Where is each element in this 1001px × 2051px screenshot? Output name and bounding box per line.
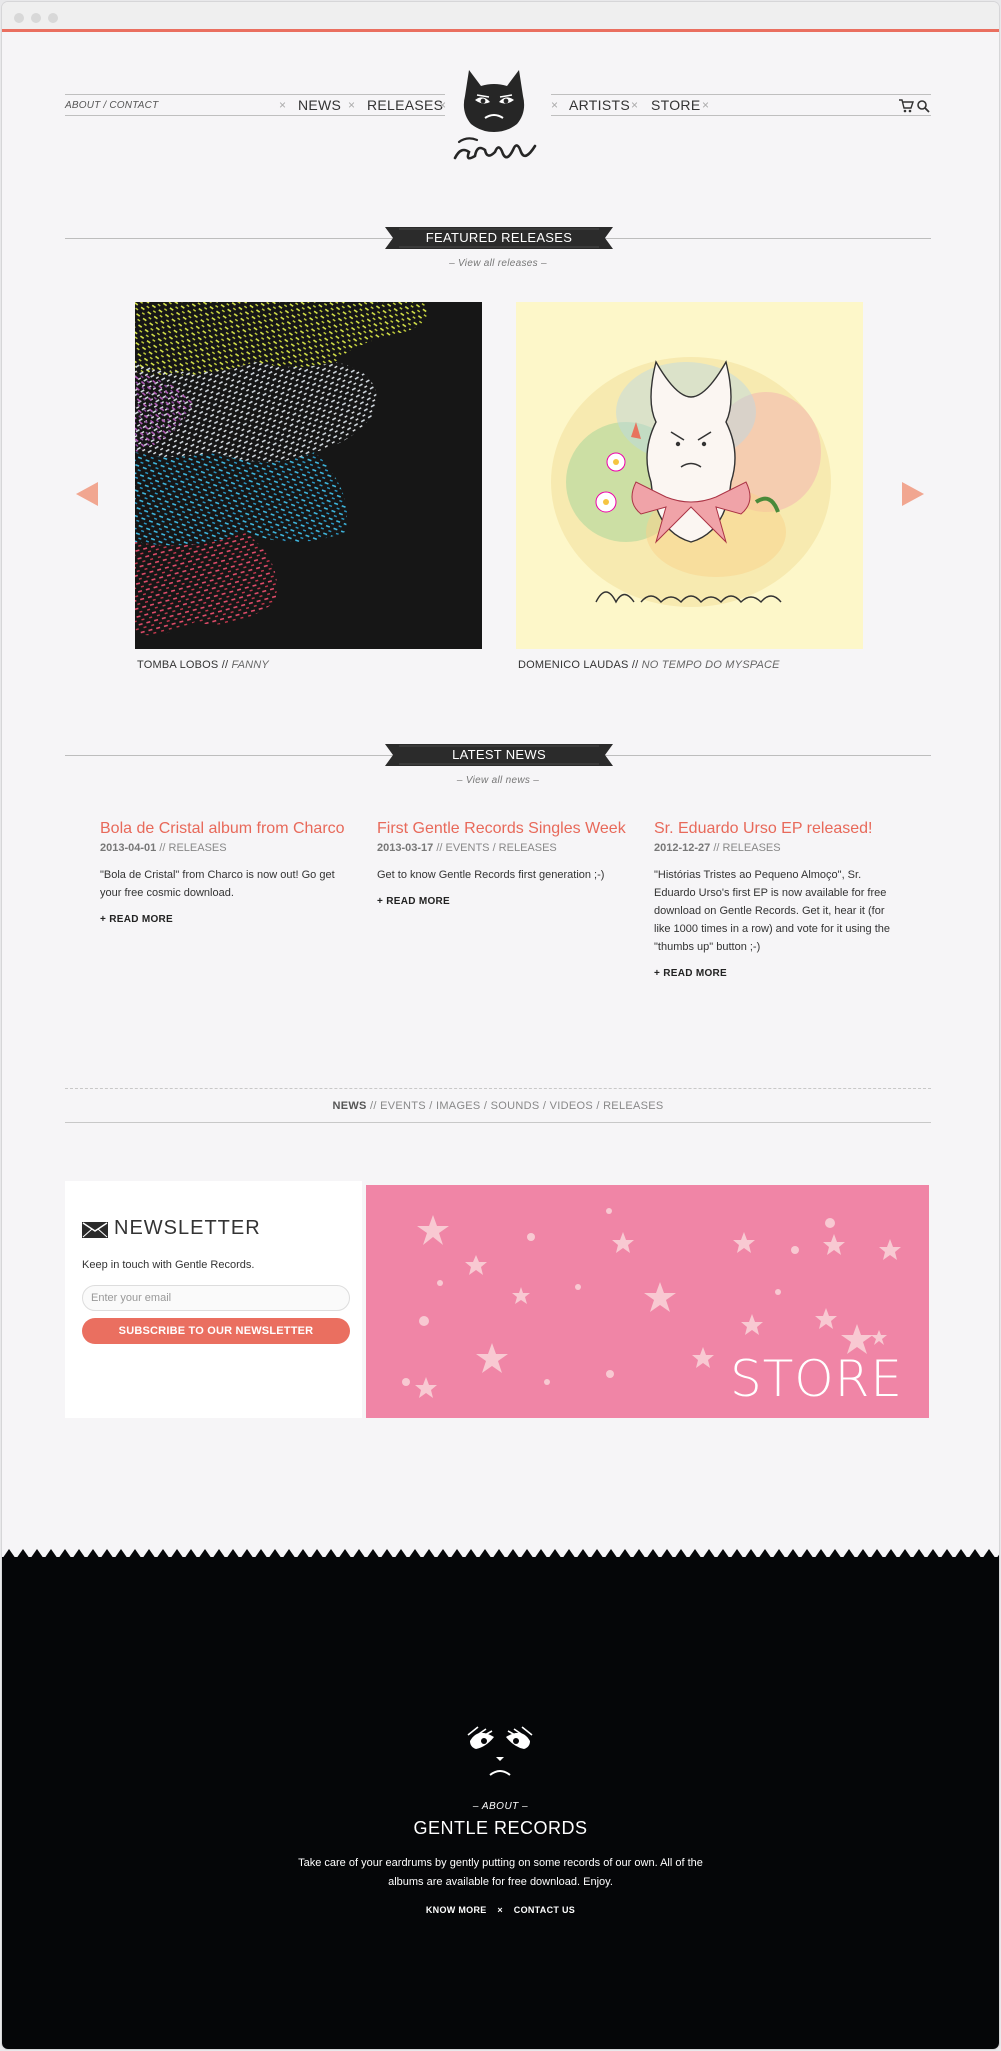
footer-links: Know more × Contact us xyxy=(2,1905,999,1915)
newsletter-box: Newsletter Keep in touch with Gentle Rec… xyxy=(65,1181,362,1418)
release-artist: DOMENICO LAUDAS xyxy=(518,659,629,671)
news-excerpt: "Histórias Tristes ao Pequeno Almoço", S… xyxy=(654,869,891,953)
subscribe-newsletter-button[interactable]: Subscribe to our newsletter xyxy=(82,1318,350,1344)
envelope-icon xyxy=(82,1222,108,1238)
news-item: Bola de Cristal album from Charco 2013-0… xyxy=(100,819,350,925)
release-album: NO TEMPO DO MYSPACE xyxy=(641,659,780,671)
know-more-link[interactable]: Know more xyxy=(426,1905,487,1915)
filter-separator: / xyxy=(480,1100,491,1112)
store-banner[interactable]: STORE xyxy=(366,1185,929,1418)
news-meta: 2013-04-01 // RELEASES xyxy=(100,842,350,854)
window-maximize-dot[interactable] xyxy=(48,13,58,23)
browser-window: About / Contact × News × Releases × × Ar… xyxy=(2,2,999,2049)
tomba-lobos-cover-art xyxy=(135,302,428,636)
nav-about-contact[interactable]: About / Contact xyxy=(65,100,158,111)
news-excerpt: "Bola de Cristal" from Charco is now out… xyxy=(100,869,335,899)
news-date: 2012-12-27 xyxy=(654,842,711,854)
news-title[interactable]: Sr. Eduardo Urso EP released! xyxy=(654,819,904,839)
footer-cat-logo-icon[interactable] xyxy=(464,1725,536,1785)
filter-separator: / xyxy=(592,1100,604,1112)
news-date: 2013-03-17 xyxy=(377,842,434,854)
footer-title: Gentle Records xyxy=(413,1818,588,1838)
contact-us-link[interactable]: Contact us xyxy=(514,1905,575,1915)
window-minimize-dot[interactable] xyxy=(31,13,41,23)
nav-news[interactable]: News xyxy=(298,97,341,113)
carousel-prev-arrow-icon[interactable] xyxy=(74,481,100,507)
window-close-dot[interactable] xyxy=(14,13,24,23)
release-album: FANNY xyxy=(231,659,269,671)
footer-description: Take care of your eardrums by gently put… xyxy=(298,1857,703,1888)
news-categories[interactable]: // RELEASES xyxy=(710,842,780,854)
release-artist: TOMBA LOBOS xyxy=(137,659,219,671)
newsletter-email-input[interactable] xyxy=(82,1285,350,1311)
latest-news-heading-text: Latest News xyxy=(452,747,546,762)
filter-separator: // xyxy=(366,1100,381,1112)
nav-separator: × xyxy=(439,98,447,112)
footer-zigzag-edge xyxy=(2,1549,999,1559)
featured-heading-text: Featured Releases xyxy=(425,230,573,245)
site-footer: – About – Gentle Records Take care of yo… xyxy=(2,1549,999,2049)
nav-separator: × xyxy=(279,98,287,112)
news-categories[interactable]: // RELEASES xyxy=(156,842,226,854)
release-caption-tomba-lobos[interactable]: TOMBA LOBOS // FANNY xyxy=(137,659,269,671)
featured-heading: Featured Releases xyxy=(385,227,613,249)
filter-separator: / xyxy=(539,1100,550,1112)
newsletter-title: Newsletter xyxy=(114,1217,261,1239)
carousel-next-arrow-icon[interactable] xyxy=(900,481,926,507)
latest-news-heading: Latest News xyxy=(385,744,613,766)
release-cover-domenico-laudas[interactable] xyxy=(516,302,863,649)
newsletter-text: Keep in touch with Gentle Records. xyxy=(82,1259,255,1271)
nav-releases[interactable]: Releases xyxy=(367,97,443,113)
nav-artists[interactable]: Artists xyxy=(569,97,630,113)
read-more-link[interactable]: + Read more xyxy=(377,896,627,907)
view-all-news-link[interactable]: – View all news – xyxy=(65,775,931,786)
news-categories[interactable]: // EVENTS / RELEASES xyxy=(433,842,556,854)
domenico-laudas-cover-art xyxy=(551,357,831,607)
news-meta: 2012-12-27 // RELEASES xyxy=(654,842,904,854)
nav-store[interactable]: Store xyxy=(651,97,700,113)
filter-sounds[interactable]: SOUNDS xyxy=(491,1100,540,1112)
header-actions xyxy=(899,99,930,113)
category-filter-bar: NEWS // EVENTS / IMAGES / SOUNDS / VIDEO… xyxy=(65,1088,931,1123)
news-date: 2013-04-01 xyxy=(100,842,157,854)
filter-images[interactable]: IMAGES xyxy=(436,1100,481,1112)
read-more-link[interactable]: + Read more xyxy=(100,914,350,925)
cart-icon[interactable] xyxy=(899,99,914,113)
window-titlebar xyxy=(2,2,999,32)
view-all-releases-link[interactable]: – View all releases – xyxy=(65,258,931,269)
gentle-records-logo[interactable] xyxy=(447,66,542,166)
news-meta: 2013-03-17 // EVENTS / RELEASES xyxy=(377,842,627,854)
nav-separator: × xyxy=(551,98,559,112)
search-icon[interactable] xyxy=(917,100,930,113)
release-cover-tomba-lobos[interactable] xyxy=(135,302,482,649)
news-title[interactable]: Bola de Cristal album from Charco xyxy=(100,819,350,839)
store-label: STORE xyxy=(730,1350,903,1408)
news-excerpt: Get to know Gentle Records first generat… xyxy=(377,869,605,881)
nav-separator: × xyxy=(702,98,710,112)
news-item: Sr. Eduardo Urso EP released! 2012-12-27… xyxy=(654,819,904,979)
filter-news[interactable]: NEWS xyxy=(332,1100,366,1112)
release-caption-separator: // xyxy=(218,659,232,671)
filter-videos[interactable]: VIDEOS xyxy=(550,1100,593,1112)
filter-releases[interactable]: RELEASES xyxy=(603,1100,663,1112)
news-item: First Gentle Records Singles Week 2013-0… xyxy=(377,819,627,907)
filter-events[interactable]: EVENTS xyxy=(380,1100,426,1112)
filter-separator: / xyxy=(425,1100,436,1112)
nav-separator: × xyxy=(631,98,639,112)
news-title[interactable]: First Gentle Records Singles Week xyxy=(377,819,627,839)
read-more-link[interactable]: + Read more xyxy=(654,968,904,979)
footer-about-label: – About – xyxy=(472,1801,529,1812)
release-caption-domenico-laudas[interactable]: DOMENICO LAUDAS // NO TEMPO DO MYSPACE xyxy=(518,659,780,671)
nav-separator: × xyxy=(348,98,356,112)
release-caption-separator: // xyxy=(628,659,642,671)
footer-link-separator: × xyxy=(497,1905,503,1915)
